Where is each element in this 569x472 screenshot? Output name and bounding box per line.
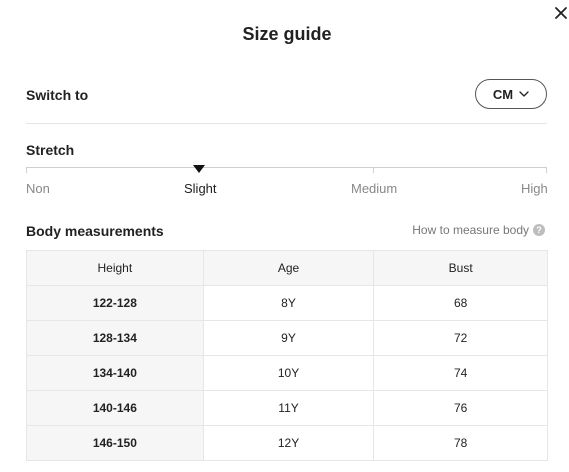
size-guide-dialog: Size guide Switch to CM Stretch Non Slig…: [0, 0, 569, 472]
dialog-title: Size guide: [242, 24, 332, 44]
stretch-option-high: High: [521, 181, 548, 196]
table-row: 140-146 11Y 76: [26, 390, 548, 426]
unit-selected-value: CM: [492, 86, 514, 102]
stretch-tick: [373, 167, 374, 173]
chevron-down-icon: [519, 91, 529, 97]
column-header-height: Height: [26, 250, 204, 286]
question-circle-icon: ?: [533, 224, 545, 236]
table-row: 122-128 8Y 68: [26, 285, 548, 321]
close-button[interactable]: [550, 2, 569, 24]
stretch-option-slight: Slight: [184, 181, 217, 196]
table-row: 146-150 12Y 78: [26, 425, 548, 461]
table-header-row: Height Age Bust: [26, 250, 548, 286]
table-row: 134-140 10Y 74: [26, 355, 548, 391]
stretch-option-non: Non: [26, 181, 50, 196]
table-row: 128-134 9Y 72: [26, 320, 548, 356]
height-cell: 122-128: [26, 285, 204, 321]
stretch-scale-track: [26, 167, 547, 168]
bust-cell: 78: [373, 425, 548, 461]
height-cell: 146-150: [26, 425, 204, 461]
bust-cell: 76: [373, 390, 548, 426]
age-cell: 11Y: [202, 390, 375, 426]
body-measurements-label: Body measurements: [26, 223, 164, 239]
switch-unit-label: Switch to: [26, 87, 89, 103]
height-cell: 140-146: [26, 390, 204, 426]
bust-cell: 74: [373, 355, 548, 391]
stretch-tick: [26, 167, 27, 173]
bust-cell: 72: [373, 320, 548, 356]
size-table: Height Age Bust 122-128 8Y 68 128-134 9Y…: [26, 250, 548, 461]
how-to-measure-text: How to measure body: [412, 223, 529, 237]
height-cell: 134-140: [26, 355, 204, 391]
stretch-tick: [546, 167, 547, 173]
column-header-age: Age: [202, 250, 375, 286]
stretch-label: Stretch: [26, 142, 75, 158]
bust-cell: 68: [373, 285, 548, 321]
age-cell: 12Y: [202, 425, 375, 461]
column-header-bust: Bust: [373, 250, 548, 286]
age-cell: 8Y: [202, 285, 375, 321]
stretch-pointer-icon: [193, 165, 205, 173]
age-cell: 9Y: [202, 320, 375, 356]
how-to-measure-link[interactable]: How to measure body ?: [412, 223, 545, 237]
height-cell: 128-134: [26, 320, 204, 356]
stretch-option-medium: Medium: [351, 181, 398, 196]
section-divider: [26, 123, 547, 124]
close-icon: [555, 7, 567, 19]
unit-dropdown-button[interactable]: CM: [475, 79, 547, 109]
age-cell: 10Y: [202, 355, 375, 391]
